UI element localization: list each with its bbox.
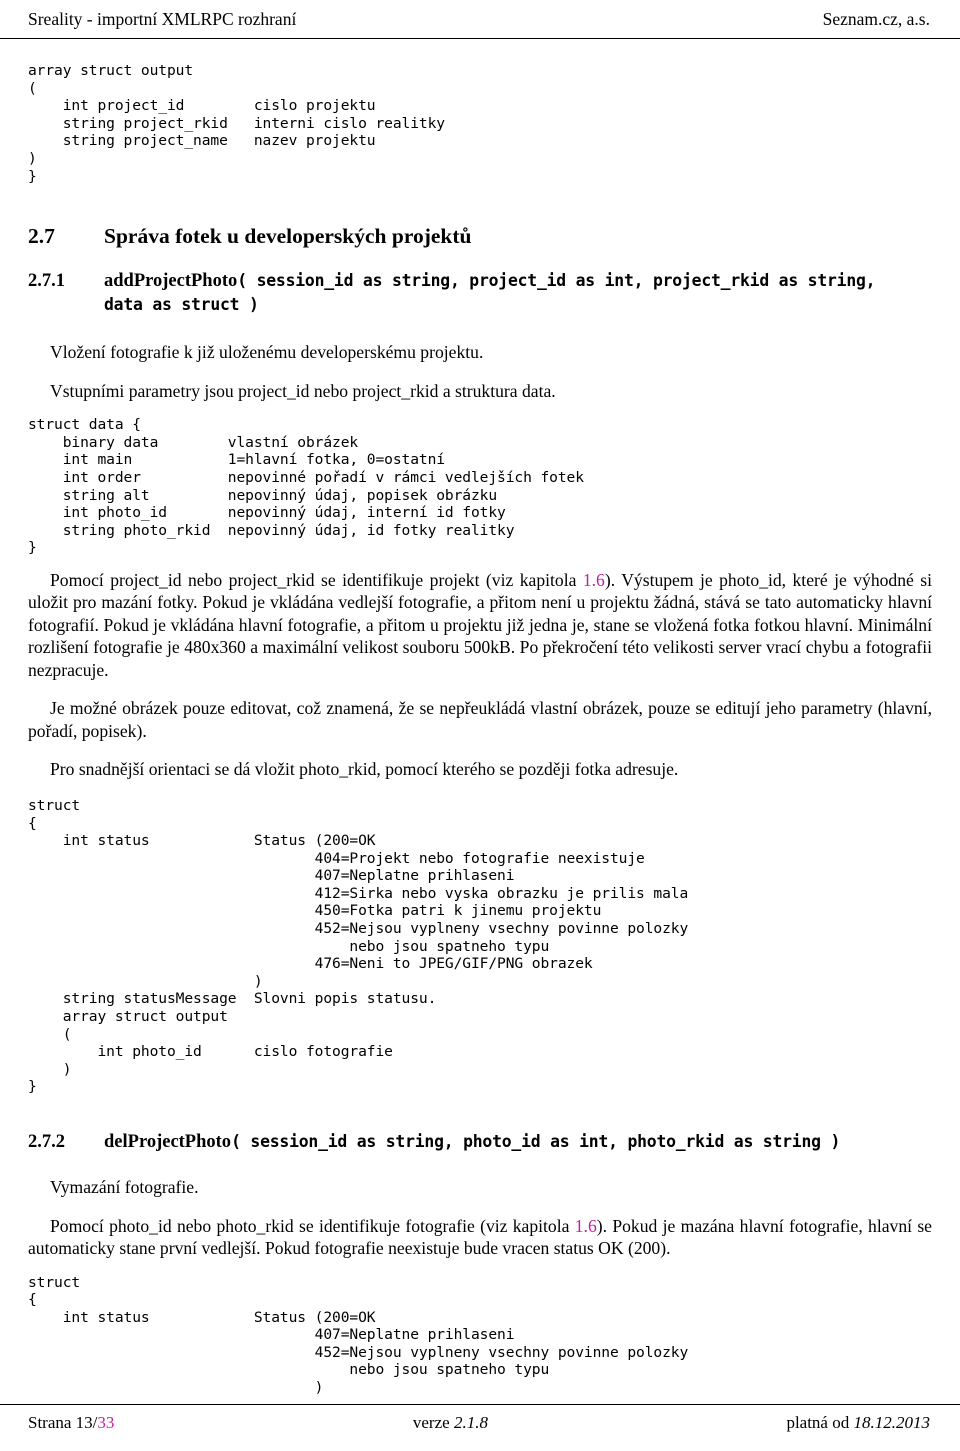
paragraph-2-7-1-rkid: Pro snadnější orientaci se dá vložit pho…	[50, 759, 679, 780]
paragraph-2-7-2-intro: Vymazání fotografie.	[50, 1177, 199, 1197]
footer-version-value: 2.1.8	[453, 1413, 488, 1432]
chapter-link-1-6[interactable]: 1.6	[583, 570, 605, 590]
function-name-delprojectphoto: delProjectPhoto	[104, 1132, 232, 1152]
running-header: Sreality - importní XMLRPC rozhraní Sezn…	[0, 8, 960, 40]
subsection-signature-2-7-2: delProjectPhoto( session_id as string, p…	[104, 1130, 932, 1154]
footer-page-number: Strana 13/33	[28, 1412, 114, 1434]
footer-version: verze 2.1.8	[413, 1412, 488, 1434]
footer-page-label: Strana 13/	[28, 1413, 98, 1432]
subsection-heading-2-7-1: 2.7.1 addProjectPhoto( session_id as str…	[28, 269, 932, 317]
paragraph-2-7-1-intro: Vložení fotografie k již uloženému devel…	[50, 342, 484, 363]
section-heading-2-7: 2.7 Správa fotek u developerských projek…	[28, 223, 932, 249]
document-page: Sreality - importní XMLRPC rozhraní Sezn…	[0, 0, 960, 1451]
footer-valid-label: platná od	[786, 1413, 854, 1432]
paragraph-2-7-2-part-a: Pomocí photo_id nebo photo_rkid se ident…	[50, 1215, 575, 1236]
paragraph-2-7-1-description: Pomocí project_id nebo project_rkid se i…	[28, 569, 932, 682]
function-signature-line-2: data as struct )	[104, 295, 259, 315]
footer-version-label: verze	[412, 1413, 454, 1432]
code-block-struct-data: struct data { binary data vlastní obráze…	[28, 416, 584, 557]
page-footer: Strana 13/33 verze 2.1.8 platná od 18.12…	[0, 1412, 960, 1434]
paragraph-text-part-a: Pomocí project_id nebo project_rkid se i…	[50, 569, 583, 590]
header-title-left: Sreality - importní XMLRPC rozhraní	[28, 9, 297, 29]
footer-valid-from: platná od 18.12.2013	[786, 1412, 930, 1434]
subsection-number-2-7-1: 2.7.1	[28, 271, 65, 292]
paragraph-2-7-1-edit: Je možné obrázek pouze editovat, což zna…	[28, 698, 932, 741]
section-number-2-7: 2.7	[28, 224, 55, 249]
function-signature-line-1: ( session_id as string, project_id as in…	[237, 271, 876, 291]
header-divider	[0, 38, 960, 39]
paragraph-2-7-1-params: Vstupními parametry jsou project_id nebo…	[50, 380, 556, 401]
subsection-heading-2-7-2: 2.7.2 delProjectPhoto( session_id as str…	[28, 1130, 932, 1154]
chapter-link-1-6-second[interactable]: 1.6	[575, 1216, 597, 1236]
header-title-right: Seznam.cz, a.s.	[822, 9, 930, 29]
code-block-addphoto-result: struct { int status Status (200=OK 404=P…	[28, 796, 689, 1096]
page-content: array struct output ( int project_id cis…	[28, 62, 932, 1397]
code-block-delphoto-result: struct { int status Status (200=OK 407=N…	[28, 1273, 689, 1397]
section-title-2-7: Správa fotek u developerských projektů	[104, 224, 472, 249]
function-name-addprojectphoto: addProjectPhoto	[104, 271, 238, 292]
footer-valid-value: 18.12.2013	[853, 1413, 930, 1432]
paragraph-2-7-2-description: Pomocí photo_id nebo photo_rkid se ident…	[28, 1215, 932, 1260]
footer-divider	[0, 1404, 960, 1405]
subsection-signature-2-7-1: addProjectPhoto( session_id as string, p…	[104, 269, 932, 317]
subsection-number-2-7-2: 2.7.2	[28, 1132, 65, 1152]
code-block-output-projects: array struct output ( int project_id cis…	[28, 62, 445, 185]
footer-total-pages-link[interactable]: 33	[97, 1413, 114, 1432]
function-signature-del: ( session_id as string, photo_id as int,…	[231, 1132, 841, 1151]
